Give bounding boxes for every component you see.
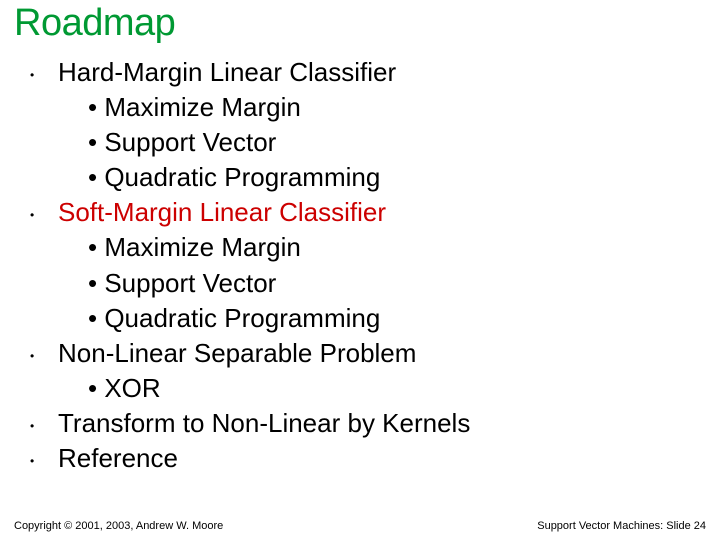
list-item-label: Hard-Margin Linear Classifier xyxy=(58,57,396,87)
list-item: Transform to Non-Linear by Kernels xyxy=(30,406,720,441)
sub-list-item: Quadratic Programming xyxy=(88,160,720,195)
sub-list-item: Maximize Margin xyxy=(88,90,720,125)
footer-copyright: Copyright © 2001, 2003, Andrew W. Moore xyxy=(14,520,223,532)
slide: Roadmap Hard-Margin Linear Classifier Ma… xyxy=(0,0,720,540)
list-item-label: Transform to Non-Linear by Kernels xyxy=(58,408,470,438)
sub-list-item: Support Vector xyxy=(88,125,720,160)
list-item: Soft-Margin Linear Classifier Maximize M… xyxy=(30,195,720,335)
sub-list: Maximize Margin Support Vector Quadratic… xyxy=(58,90,720,195)
sub-list-item: Quadratic Programming xyxy=(88,301,720,336)
list-item-label: Non-Linear Separable Problem xyxy=(58,338,416,368)
sub-list-item: Support Vector xyxy=(88,266,720,301)
list-item: Non-Linear Separable Problem XOR xyxy=(30,336,720,406)
sub-list: Maximize Margin Support Vector Quadratic… xyxy=(58,230,720,335)
bullet-list: Hard-Margin Linear Classifier Maximize M… xyxy=(0,55,720,476)
slide-title: Roadmap xyxy=(0,0,720,45)
sub-list-item: XOR xyxy=(88,371,720,406)
sub-list-item: Maximize Margin xyxy=(88,230,720,265)
list-item-label: Reference xyxy=(58,443,178,473)
list-item-label: Soft-Margin Linear Classifier xyxy=(58,197,386,227)
sub-list: XOR xyxy=(58,371,720,406)
footer-slide-number: Support Vector Machines: Slide 24 xyxy=(537,520,706,532)
list-item: Hard-Margin Linear Classifier Maximize M… xyxy=(30,55,720,195)
list-item: Reference xyxy=(30,441,720,476)
